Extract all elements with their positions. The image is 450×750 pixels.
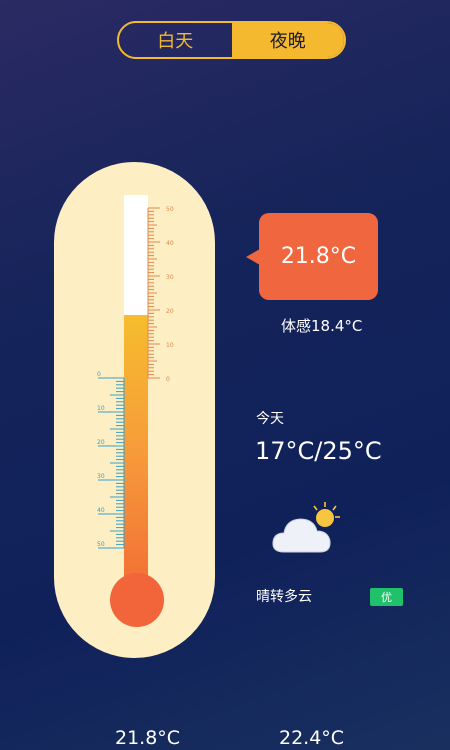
left-scale-label: 30 — [97, 473, 105, 480]
feels-like: 体感18.4°C — [281, 317, 363, 335]
partly-cloudy-icon — [272, 502, 340, 553]
weather-condition: 晴转多云 — [256, 589, 312, 605]
left-scale-label: 10 — [97, 405, 105, 412]
today-temp-range: 17°C/25°C — [255, 437, 382, 465]
right-scale-label: 0 — [166, 376, 170, 383]
left-scale-label: 20 — [97, 439, 105, 446]
footer-left-temp: 21.8°C — [115, 727, 181, 749]
left-scale-label: 40 — [97, 507, 105, 514]
thermometer-scales: 50 40 30 20 10 0 0 10 20 30 40 50 — [97, 206, 174, 549]
left-scale-label: 0 — [97, 371, 101, 378]
current-temp: 21.8°C — [280, 244, 357, 269]
current-temp-bubble: 21.8°C — [246, 213, 378, 300]
right-scale-label: 30 — [166, 274, 174, 281]
right-scale-label: 40 — [166, 240, 174, 247]
footer-right-temp: 22.4°C — [279, 727, 345, 749]
right-scale-label: 50 — [166, 206, 174, 213]
right-scale-label: 10 — [166, 342, 174, 349]
air-quality-badge: 优 — [370, 588, 403, 606]
today-label: 今天 — [256, 411, 284, 427]
right-scale-label: 20 — [166, 308, 174, 315]
left-scale-label: 50 — [97, 541, 105, 548]
